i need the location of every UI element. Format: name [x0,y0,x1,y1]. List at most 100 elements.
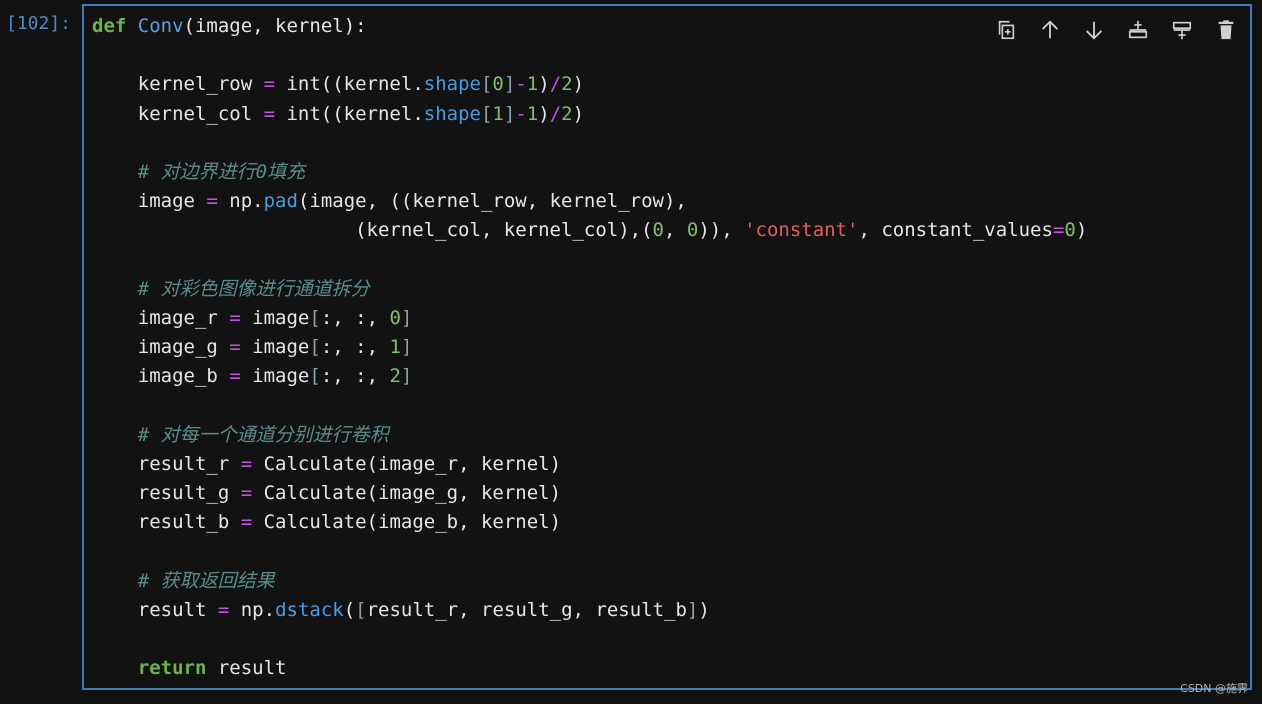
code-token: - [515,102,527,125]
code-token: :, :, [320,336,390,359]
code-line: result_g = Calculate(image_g, kernel) [92,479,1087,508]
code-token: image [240,306,310,329]
insert-below-icon [1172,21,1192,40]
code-token: [ [355,598,367,621]
code-token: = [217,598,230,621]
code-line: kernel_col = int((kernel.shape[1]-1)/2) [92,100,1087,129]
cell-toolbar [988,14,1244,46]
code-token: image_g [92,336,230,359]
code-token: [ [480,102,493,125]
code-token: result_r, result_g, result_b [366,598,687,621]
code-token: [ [309,365,321,388]
code-token: image [92,190,207,213]
code-token: 0 [492,73,504,96]
move-down-button[interactable] [1076,14,1112,46]
code-token: 1 [492,102,504,125]
code-token: 'constant' [744,219,859,242]
code-token: ) [572,73,585,96]
code-token: ] [686,598,699,621]
code-token: image_b [92,365,230,388]
insert-above-icon [1128,20,1148,39]
code-token: (image, kernel): [183,15,367,37]
code-token: :, :, [320,306,390,329]
code-line: image_g = image[:, :, 1] [92,333,1087,362]
cell-prompt: [102]: [6,13,72,34]
code-token: (kernel_col, kernel_col),( [92,219,653,242]
code-line: result_b = Calculate(image_b, kernel) [92,508,1087,537]
code-token: / [549,73,562,96]
code-token: return [137,657,207,680]
code-cell[interactable]: def Conv(image, kernel): kernel_row = in… [82,4,1252,690]
code-token: Conv [137,15,184,37]
code-token: result_g [92,482,241,504]
duplicate-cell-button[interactable] [988,14,1024,46]
code-token: Calculate(image_b, kernel) [252,511,562,534]
code-token: = [206,190,218,213]
code-token: image [240,336,310,359]
code-token: # 对每一个通道分别进行卷积 [137,423,389,446]
code-token: = [263,73,276,96]
code-token: ) [572,102,585,125]
code-token: 2 [561,102,573,125]
insert-above-button[interactable] [1120,14,1156,46]
code-token: (image, ((kernel_row, kernel_row), [297,190,687,213]
move-up-icon [1042,20,1058,39]
code-token: # 对边界进行0填充 [137,160,306,183]
code-line: # 获取返回结果 [92,567,1087,596]
code-editor[interactable]: def Conv(image, kernel): kernel_row = in… [92,12,1087,683]
code-token: 1 [389,336,401,359]
code-token: = [240,511,253,534]
code-token: / [549,102,562,125]
code-token: def [92,15,127,37]
code-token: result_r [92,452,241,475]
code-token: 0 [652,219,664,242]
move-up-button[interactable] [1032,14,1068,46]
code-line: (kernel_col, kernel_col),(0, 0)), 'const… [92,216,1087,245]
code-token: # 获取返回结果 [137,569,275,592]
watermark: CSDN @施霁 [1180,682,1248,695]
code-token: # 对彩色图像进行通道拆分 [137,277,370,300]
code-line: kernel_row = int((kernel.shape[0]-1)/2) [92,70,1087,99]
code-token: [ [309,336,321,359]
code-token: 0 [389,306,401,329]
code-token: int((kernel. [275,102,424,125]
code-line: # 对边界进行0填充 [92,158,1087,187]
code-token: ] [400,306,413,329]
code-token: = [1052,219,1065,242]
code-line: result = np.dstack([result_r, result_g, … [92,596,1087,625]
insert-below-button[interactable] [1164,14,1200,46]
code-token: ( [343,598,356,621]
code-token: = [240,452,253,475]
code-token: )), [698,219,745,242]
code-token: 0 [686,219,699,242]
code-token: ) [538,102,550,125]
code-token: ] [503,102,516,125]
delete-cell-button[interactable] [1208,14,1244,46]
code-token: np. [217,190,264,213]
code-token: kernel_col [92,102,264,125]
code-token: 2 [561,73,573,96]
code-token: int((kernel. [275,73,424,96]
code-token: = [229,306,241,329]
code-token: [ [480,73,493,96]
code-token: shape [423,102,481,125]
code-token: np. [229,598,276,621]
code-token: ) [698,598,710,621]
code-token: ] [400,365,413,388]
code-token: 1 [526,73,539,96]
code-token: :, :, [320,365,390,388]
code-token: 0 [1064,219,1076,242]
code-token: result [92,598,218,621]
delete-cell-icon [1218,20,1234,40]
code-token: result_b [92,511,241,534]
code-line: # 对每一个通道分别进行卷积 [92,421,1087,450]
code-token: ) [1075,219,1088,242]
code-line: image = np.pad(image, ((kernel_row, kern… [92,187,1087,216]
